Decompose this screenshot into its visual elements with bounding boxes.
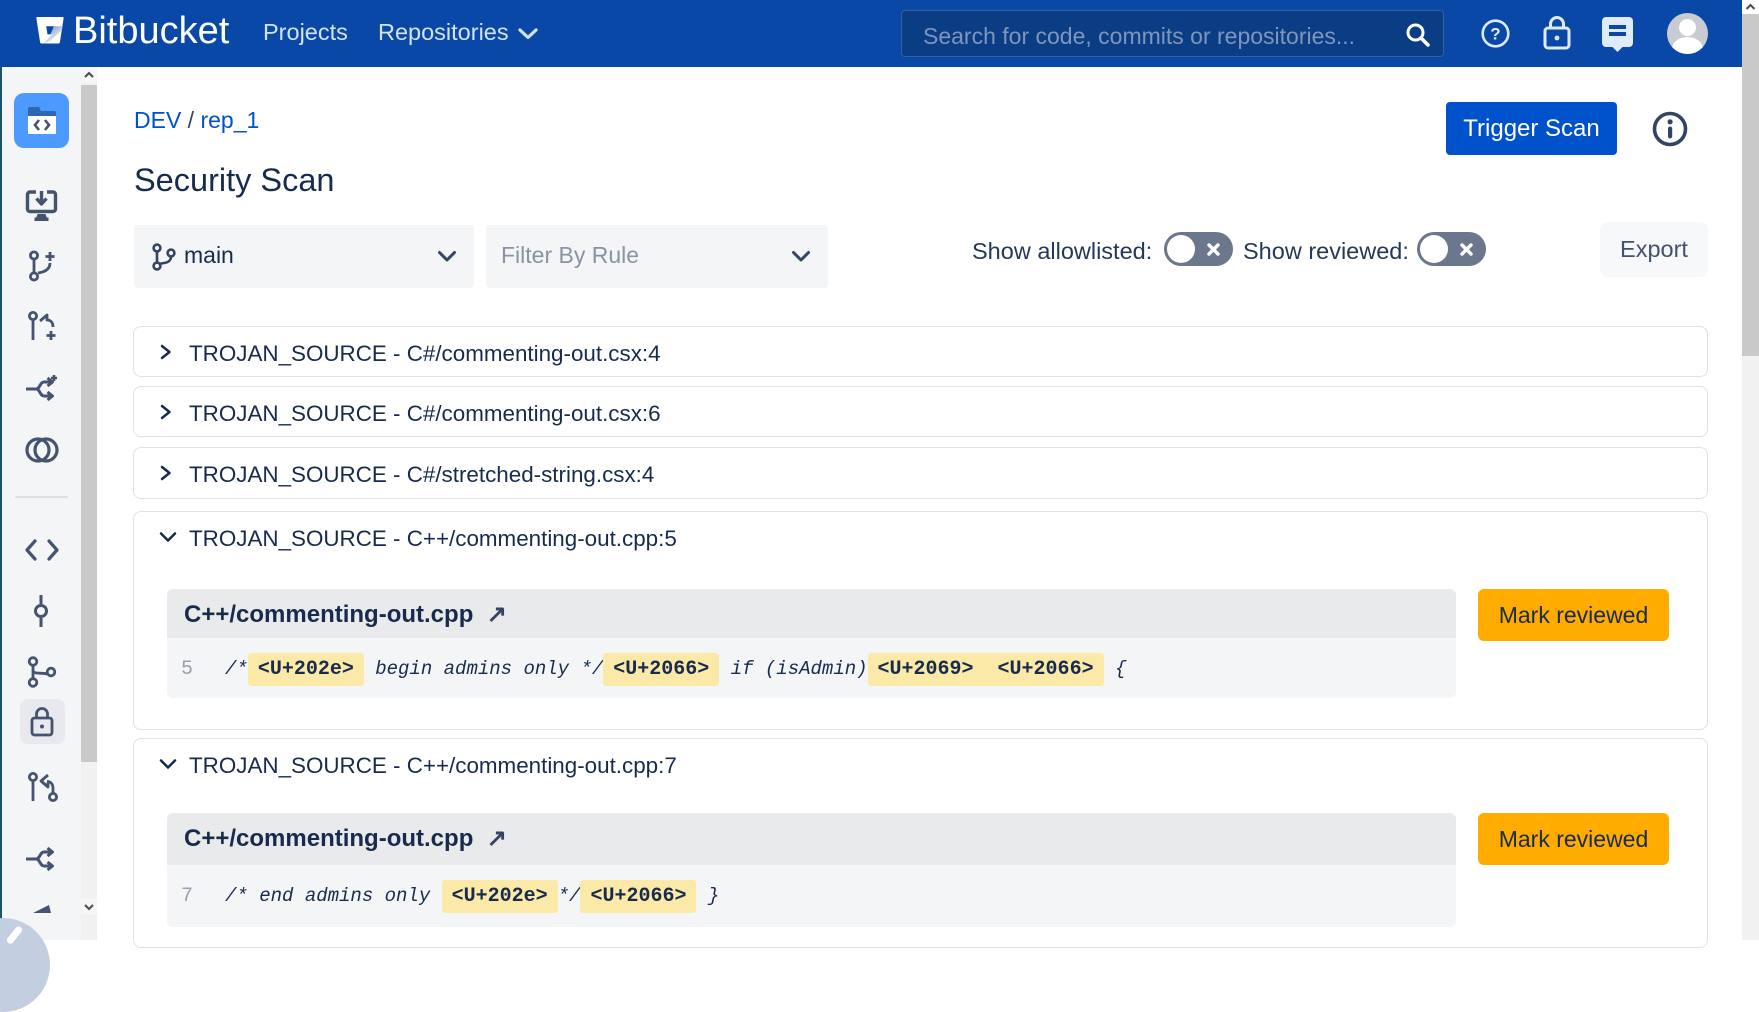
svg-text:?: ?	[1490, 25, 1500, 44]
